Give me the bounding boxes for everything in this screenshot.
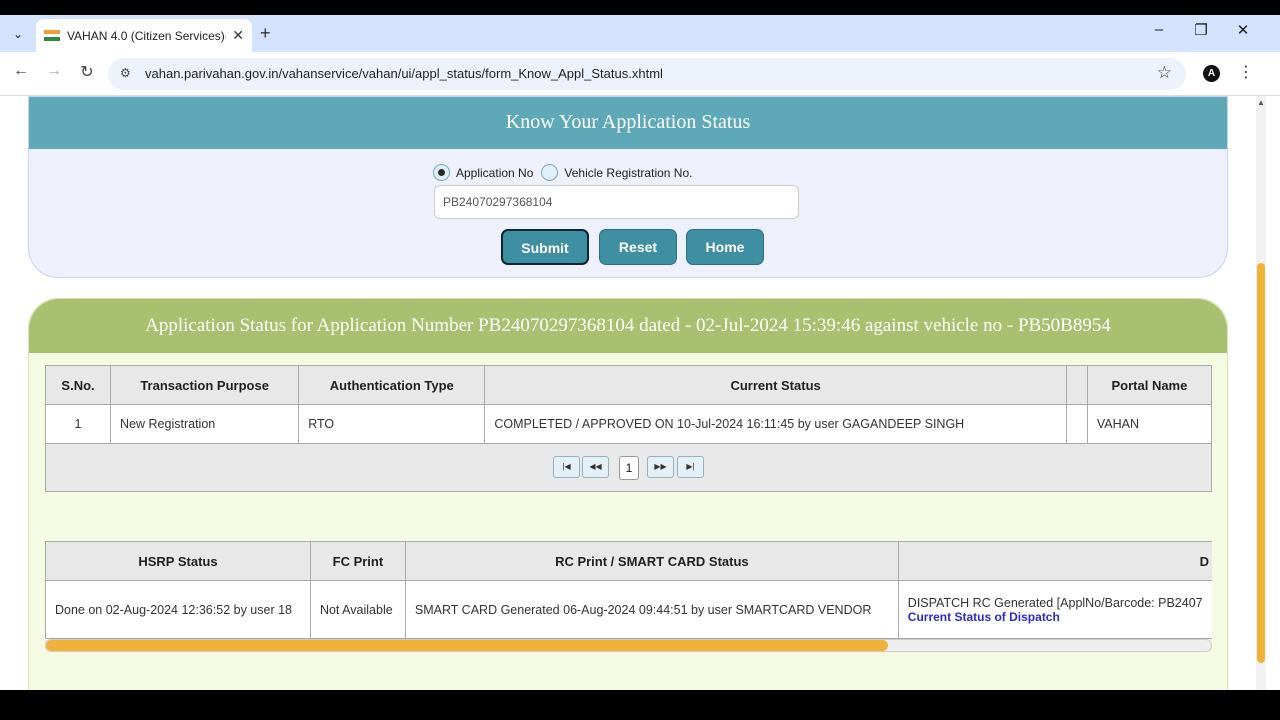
tab-close-icon[interactable]: ✕ [232, 27, 244, 44]
scroll-up-icon[interactable]: ▲ [1256, 98, 1266, 107]
dispatch-table-header: HSRP Status FC Print RC Print / SMART CA… [45, 541, 1212, 581]
table-row: 1 New Registration RTO COMPLETED / APPRO… [44, 404, 1213, 444]
site-info-icon[interactable]: ⚙ [120, 66, 131, 80]
cell-hsrp-status: Done on 02-Aug-2024 12:36:52 by user 18 [45, 580, 311, 639]
profile-avatar-icon[interactable]: A [1203, 65, 1220, 82]
col-blank [1065, 365, 1088, 405]
address-bar[interactable]: ⚙ vahan.parivahan.gov.in/vahanservice/va… [108, 58, 1186, 90]
browser-window: ⌄ VAHAN 4.0 (Citizen Services)--o ✕ + – … [0, 15, 1280, 690]
col-current-status[interactable]: Current Status [484, 365, 1067, 405]
horizontal-scrollbar[interactable] [45, 639, 1212, 652]
application-no-label[interactable]: Application No [456, 166, 533, 180]
tab-title: VAHAN 4.0 (Citizen Services)--o [66, 28, 227, 43]
last-page-icon[interactable]: ▶| [677, 456, 704, 478]
minimize-button[interactable]: – [1144, 21, 1174, 38]
prev-page-icon[interactable]: ◀◀ [582, 456, 609, 478]
cell-dispatch: DISPATCH RC Generated [ApplNo/Barcode: P… [897, 580, 1212, 639]
cell-portal-name: VAHAN [1086, 404, 1213, 444]
browser-toolbar: ← → ↻ ⚙ vahan.parivahan.gov.in/vahanserv… [0, 52, 1280, 96]
vertical-scrollbar[interactable]: ▲ [1256, 96, 1266, 690]
horizontal-scroll-thumb[interactable] [46, 640, 888, 651]
status-panel: Application Status for Application Numbe… [28, 298, 1228, 690]
current-page-number[interactable]: 1 [619, 456, 639, 480]
vehicle-reg-radio[interactable] [541, 164, 559, 181]
cell-blank [1065, 404, 1088, 444]
reload-icon[interactable]: ↻ [76, 62, 98, 82]
restore-button[interactable]: ❐ [1186, 21, 1216, 39]
col-authentication-type[interactable]: Authentication Type [298, 365, 486, 405]
url-text[interactable]: vahan.parivahan.gov.in/vahanservice/vaha… [145, 66, 663, 81]
col-fc-print[interactable]: FC Print [309, 541, 406, 581]
dispatch-status-link[interactable]: Current Status of Dispatch [908, 610, 1212, 624]
cell-current-status: COMPLETED / APPROVED ON 10-Jul-2024 16:1… [484, 404, 1067, 444]
search-panel-title: Know Your Application Status [29, 97, 1227, 149]
cell-sno: 1 [44, 404, 112, 444]
home-button[interactable]: Home [686, 229, 764, 265]
bottom-letterbox [0, 690, 1280, 720]
cell-authentication-type: RTO [298, 404, 486, 444]
back-icon[interactable]: ← [10, 62, 32, 80]
status-panel-title: Application Status for Application Numbe… [29, 299, 1227, 353]
bookmark-star-icon[interactable]: ☆ [1157, 63, 1172, 83]
col-hsrp-status[interactable]: HSRP Status [45, 541, 311, 581]
next-page-icon[interactable]: ▶▶ [647, 456, 674, 478]
cell-rc-print-status: SMART CARD Generated 06-Aug-2024 09:44:5… [404, 580, 899, 639]
dispatch-text: DISPATCH RC Generated [ApplNo/Barcode: P… [907, 595, 1203, 610]
page-content: Know Your Application Status Application… [0, 96, 1256, 690]
vehicle-reg-label[interactable]: Vehicle Registration No. [564, 166, 692, 180]
vertical-scroll-thumb[interactable] [1257, 263, 1265, 663]
browser-tab[interactable]: VAHAN 4.0 (Citizen Services)--o ✕ [36, 19, 252, 52]
dispatch-table: HSRP Status FC Print RC Print / SMART CA… [45, 541, 1212, 639]
first-page-icon[interactable]: |◀ [553, 456, 580, 478]
col-portal-name[interactable]: Portal Name [1086, 365, 1213, 405]
close-window-button[interactable]: ✕ [1228, 21, 1258, 39]
application-no-radio[interactable] [433, 164, 450, 181]
submit-button[interactable]: Submit [501, 229, 589, 265]
reset-button[interactable]: Reset [599, 229, 677, 265]
status-table: S.No. Transaction Purpose Authentication… [44, 365, 1213, 444]
india-flag-icon [44, 30, 60, 42]
search-type-radio-group: Application No Vehicle Registration No. [433, 164, 700, 181]
dispatch-table-viewport: HSRP Status FC Print RC Print / SMART CA… [45, 541, 1212, 639]
cell-fc-print: Not Available [309, 580, 406, 639]
application-number-input[interactable]: PB24070297368104 [434, 185, 799, 219]
menu-kebab-icon[interactable]: ⋮ [1238, 62, 1254, 82]
col-transaction-purpose[interactable]: Transaction Purpose [110, 365, 300, 405]
table-paginator: |◀ ◀◀ 1 ▶▶ ▶| [45, 444, 1212, 492]
forward-icon[interactable]: → [43, 62, 65, 80]
search-panel: Know Your Application Status Application… [28, 96, 1228, 278]
col-sno[interactable]: S.No. [44, 365, 112, 405]
cell-transaction-purpose: New Registration [110, 404, 300, 444]
tab-strip: ⌄ VAHAN 4.0 (Citizen Services)--o ✕ + – … [0, 15, 1280, 52]
col-rc-print-status[interactable]: RC Print / SMART CARD Status [404, 541, 899, 581]
new-tab-button[interactable]: + [260, 23, 271, 44]
tab-search-icon[interactable]: ⌄ [6, 23, 30, 45]
status-table-header: S.No. Transaction Purpose Authentication… [44, 365, 1213, 405]
col-dispatch[interactable]: D [897, 541, 1212, 581]
table-row: Done on 02-Aug-2024 12:36:52 by user 18 … [45, 580, 1212, 639]
